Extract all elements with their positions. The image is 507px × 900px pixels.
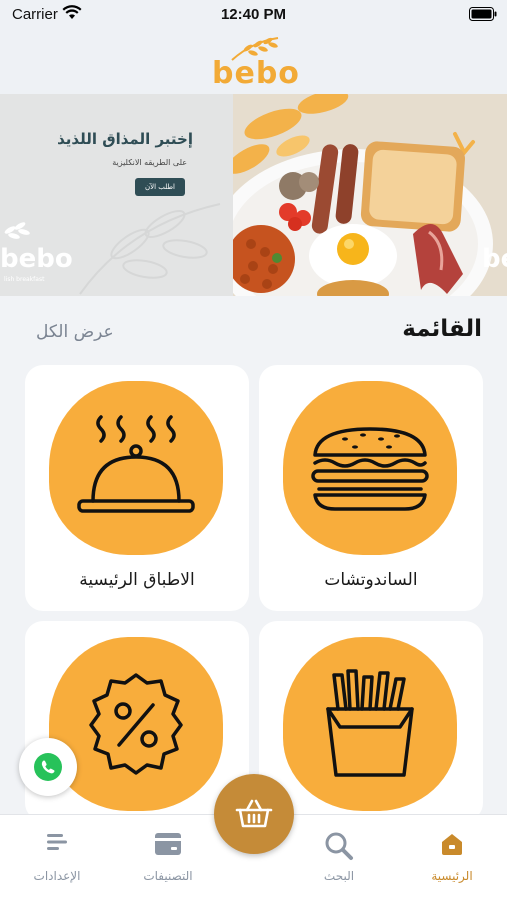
- banner-brand-next: be: [482, 244, 507, 274]
- category-badge: [49, 381, 223, 555]
- home-icon: [442, 834, 462, 855]
- whatsapp-button[interactable]: [19, 738, 77, 796]
- promo-banner[interactable]: إختبر المذاق اللذيذ على الطريقه الانكليز…: [0, 94, 507, 296]
- brand-logo: bebo: [212, 34, 300, 91]
- category-badge: [283, 381, 457, 555]
- fries-icon: [326, 669, 414, 777]
- menu-section-title: القائمة: [402, 316, 482, 342]
- clock: 12:40 PM: [220, 6, 287, 23]
- category-card-fries[interactable]: [259, 621, 483, 821]
- tab-label: التصنيفات: [143, 869, 193, 883]
- basket-icon: [235, 799, 273, 828]
- category-label: الساندوتشات: [324, 570, 418, 590]
- card-icon: [155, 833, 181, 855]
- tab-label: البحث: [323, 869, 355, 883]
- category-badge: [49, 637, 223, 811]
- settings-lines-icon: [47, 834, 67, 850]
- tab-label: الإعدادات: [33, 869, 81, 883]
- tab-categories[interactable]: التصنيفات: [118, 815, 218, 900]
- serving-dish-icon: [77, 415, 195, 513]
- tab-search[interactable]: البحث: [289, 815, 389, 900]
- order-now-button[interactable]: اطلب الآن: [135, 178, 185, 196]
- whatsapp-icon: [34, 753, 62, 781]
- banner-text-panel: إختبر المذاق اللذيذ على الطريقه الانكليز…: [0, 94, 233, 296]
- cart-button[interactable]: [214, 774, 294, 854]
- category-card-main-dishes[interactable]: الاطباق الرئيسية: [25, 365, 249, 611]
- sandwich-icon: [311, 427, 429, 511]
- breakfast-plate-image: [213, 94, 507, 296]
- tab-label: الرئيسية: [431, 869, 473, 883]
- status-bar: Carrier 12:40 PM: [0, 0, 507, 30]
- search-icon: [325, 832, 353, 860]
- logo-text: bebo: [212, 56, 300, 91]
- category-card-sandwiches[interactable]: الساندوتشات: [259, 365, 483, 611]
- battery-icon: [469, 7, 497, 21]
- category-badge: [283, 637, 457, 811]
- banner-food-image: [213, 94, 507, 296]
- view-all-link[interactable]: عرض الكل: [36, 322, 114, 342]
- banner-title: إختبر المذاق اللذيذ: [57, 130, 193, 148]
- tab-home[interactable]: الرئيسية: [402, 815, 502, 900]
- banner-brand-tagline: lish breakfast: [4, 276, 45, 283]
- discount-icon: [89, 673, 183, 775]
- banner-subtitle: على الطريقه الانكليزية: [112, 158, 187, 167]
- banner-brand: bebo: [0, 244, 73, 274]
- tab-settings[interactable]: الإعدادات: [7, 815, 107, 900]
- category-label: الاطباق الرئيسية: [79, 570, 195, 590]
